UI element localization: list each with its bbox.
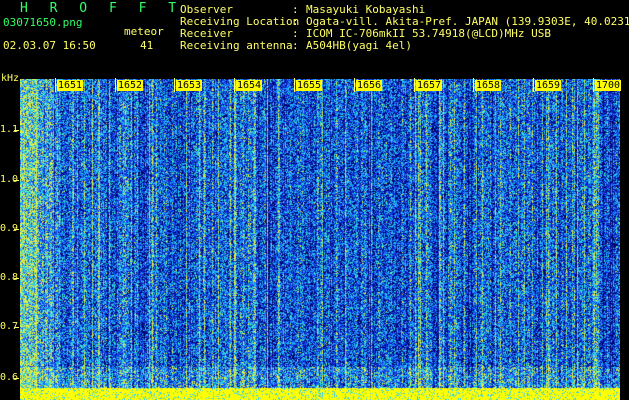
antenna-value: A504HB(yagi 4el) bbox=[306, 39, 412, 52]
meteor-count: 41 bbox=[140, 39, 154, 52]
x-tick-mark bbox=[593, 78, 594, 92]
y-tick-mark bbox=[14, 130, 19, 131]
x-tick-mark bbox=[115, 78, 116, 92]
y-tick-mark bbox=[14, 378, 19, 379]
y-tick-mark bbox=[14, 180, 19, 181]
x-tick-label: 1653 bbox=[176, 80, 203, 91]
app-title: H R O F F T bbox=[20, 1, 184, 16]
x-tick-mark bbox=[533, 78, 534, 92]
x-tick-label: 1654 bbox=[236, 80, 263, 91]
x-tick-mark bbox=[473, 78, 474, 92]
x-tick-mark bbox=[234, 78, 235, 92]
spectrogram bbox=[20, 79, 620, 400]
x-tick-mark bbox=[174, 78, 175, 92]
x-tick-label: 1656 bbox=[356, 80, 383, 91]
x-tick-label: 1659 bbox=[535, 80, 562, 91]
x-tick-mark bbox=[414, 78, 415, 92]
x-tick-mark bbox=[55, 78, 56, 92]
antenna-sep: : bbox=[292, 39, 299, 52]
x-tick-label: 1658 bbox=[475, 80, 502, 91]
x-tick-label: 1657 bbox=[416, 80, 443, 91]
y-tick-mark bbox=[14, 278, 19, 279]
x-tick-mark bbox=[354, 78, 355, 92]
x-tick-label: 1652 bbox=[117, 80, 144, 91]
x-tick-label: 1655 bbox=[296, 80, 323, 91]
x-tick-label: 1700 bbox=[595, 80, 622, 91]
filename-label: 03071650.png bbox=[3, 16, 83, 29]
x-tick-label: 1651 bbox=[57, 80, 84, 91]
y-unit-label: kHz bbox=[1, 73, 20, 84]
y-tick-mark bbox=[14, 327, 19, 328]
meteor-label: meteor bbox=[124, 25, 164, 38]
x-tick-mark bbox=[294, 78, 295, 92]
y-tick-mark bbox=[14, 229, 19, 230]
timestamp-label: 02.03.07 16:50 bbox=[3, 39, 96, 52]
antenna-label: Receiving antenna bbox=[180, 39, 293, 52]
